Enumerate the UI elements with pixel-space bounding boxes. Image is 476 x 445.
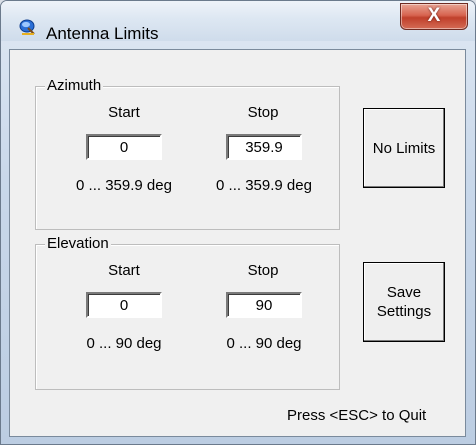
- window-title: Antenna Limits: [46, 24, 159, 43]
- elevation-start-label: Start: [108, 262, 140, 279]
- azimuth-group: Azimuth Start Stop 0 ... 359.9 deg 0 ...…: [35, 76, 340, 230]
- dialog-client-area: Azimuth Start Stop 0 ... 359.9 deg 0 ...…: [9, 49, 466, 437]
- azimuth-start-range: 0 ... 359.9 deg: [76, 177, 172, 194]
- close-button[interactable]: X: [400, 3, 468, 30]
- elevation-group: Elevation Start Stop 0 ... 90 deg 0 ... …: [35, 234, 340, 390]
- elevation-start-input[interactable]: [86, 292, 162, 318]
- title-bar[interactable]: Antenna Limits X: [1, 1, 475, 43]
- elevation-stop-range: 0 ... 90 deg: [226, 335, 302, 352]
- azimuth-group-label: Azimuth: [45, 76, 104, 96]
- elevation-start-range: 0 ... 90 deg: [86, 335, 162, 352]
- close-icon: X: [427, 5, 441, 26]
- no-limits-button[interactable]: No Limits: [363, 108, 445, 188]
- save-settings-label-line2: Settings: [376, 303, 432, 320]
- satellite-dish-icon: [19, 18, 37, 36]
- azimuth-start-input[interactable]: [86, 134, 162, 160]
- dialog-window: Antenna Limits X Azimuth Start Stop 0 ..…: [0, 0, 476, 445]
- azimuth-start-label: Start: [108, 104, 140, 121]
- elevation-group-label: Elevation: [45, 234, 111, 254]
- save-settings-label-line1: Save: [386, 284, 422, 301]
- azimuth-stop-range: 0 ... 359.9 deg: [216, 177, 312, 194]
- azimuth-stop-input[interactable]: [226, 134, 302, 160]
- save-settings-button[interactable]: Save Settings: [363, 262, 445, 342]
- elevation-stop-input[interactable]: [226, 292, 302, 318]
- elevation-stop-label: Stop: [247, 262, 279, 279]
- quit-hint: Press <ESC> to Quit: [287, 407, 427, 424]
- azimuth-stop-label: Stop: [247, 104, 279, 121]
